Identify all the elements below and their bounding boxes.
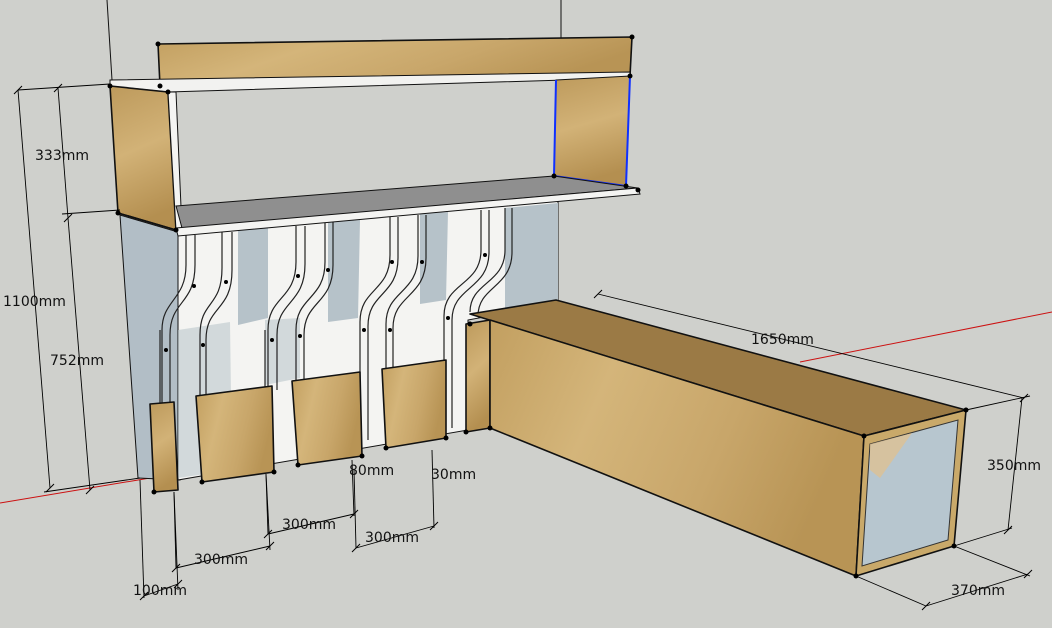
- back-wall-strip-4: [505, 203, 558, 312]
- dim-upper-height: 333mm: [35, 148, 89, 164]
- dim-gap-2: 30mm: [431, 467, 476, 483]
- left-side-panel[interactable]: [109, 85, 177, 231]
- back-wall-strip-1: [238, 226, 268, 325]
- dim-total-height: 1100mm: [3, 294, 66, 310]
- door-1[interactable]: [195, 385, 275, 483]
- red-axis-left: [0, 477, 151, 504]
- bench-box[interactable]: [469, 299, 967, 577]
- dim-bench-height: 350mm: [987, 458, 1041, 474]
- dim-bench-length: 1650mm: [751, 332, 814, 348]
- dim-panel-width-1: 300mm: [194, 552, 248, 568]
- dim-bench-depth: 370mm: [951, 583, 1005, 599]
- dim-gap-1: 80mm: [349, 463, 394, 479]
- back-wall-lower-2: [265, 318, 300, 385]
- sketch-viewport[interactable]: 1100mm 333mm 752mm 1650mm 350mm 370mm 30…: [0, 0, 1052, 628]
- door-3[interactable]: [381, 359, 447, 449]
- vertical-axis-left: [106, 0, 113, 81]
- door-4[interactable]: [465, 319, 491, 433]
- dim-post-width: 100mm: [133, 583, 187, 599]
- red-axis-right: [799, 311, 1052, 363]
- dim-panel-width-3: 300mm: [365, 530, 419, 546]
- door-2[interactable]: [291, 371, 363, 466]
- dim-panel-width-2: 300mm: [282, 517, 336, 533]
- dim-lower-height: 752mm: [50, 353, 104, 369]
- upper-shelf-unit[interactable]: [109, 36, 641, 237]
- back-wall-strip-3: [420, 212, 448, 304]
- right-side-panel[interactable]: [553, 75, 631, 187]
- door-post[interactable]: [149, 401, 179, 493]
